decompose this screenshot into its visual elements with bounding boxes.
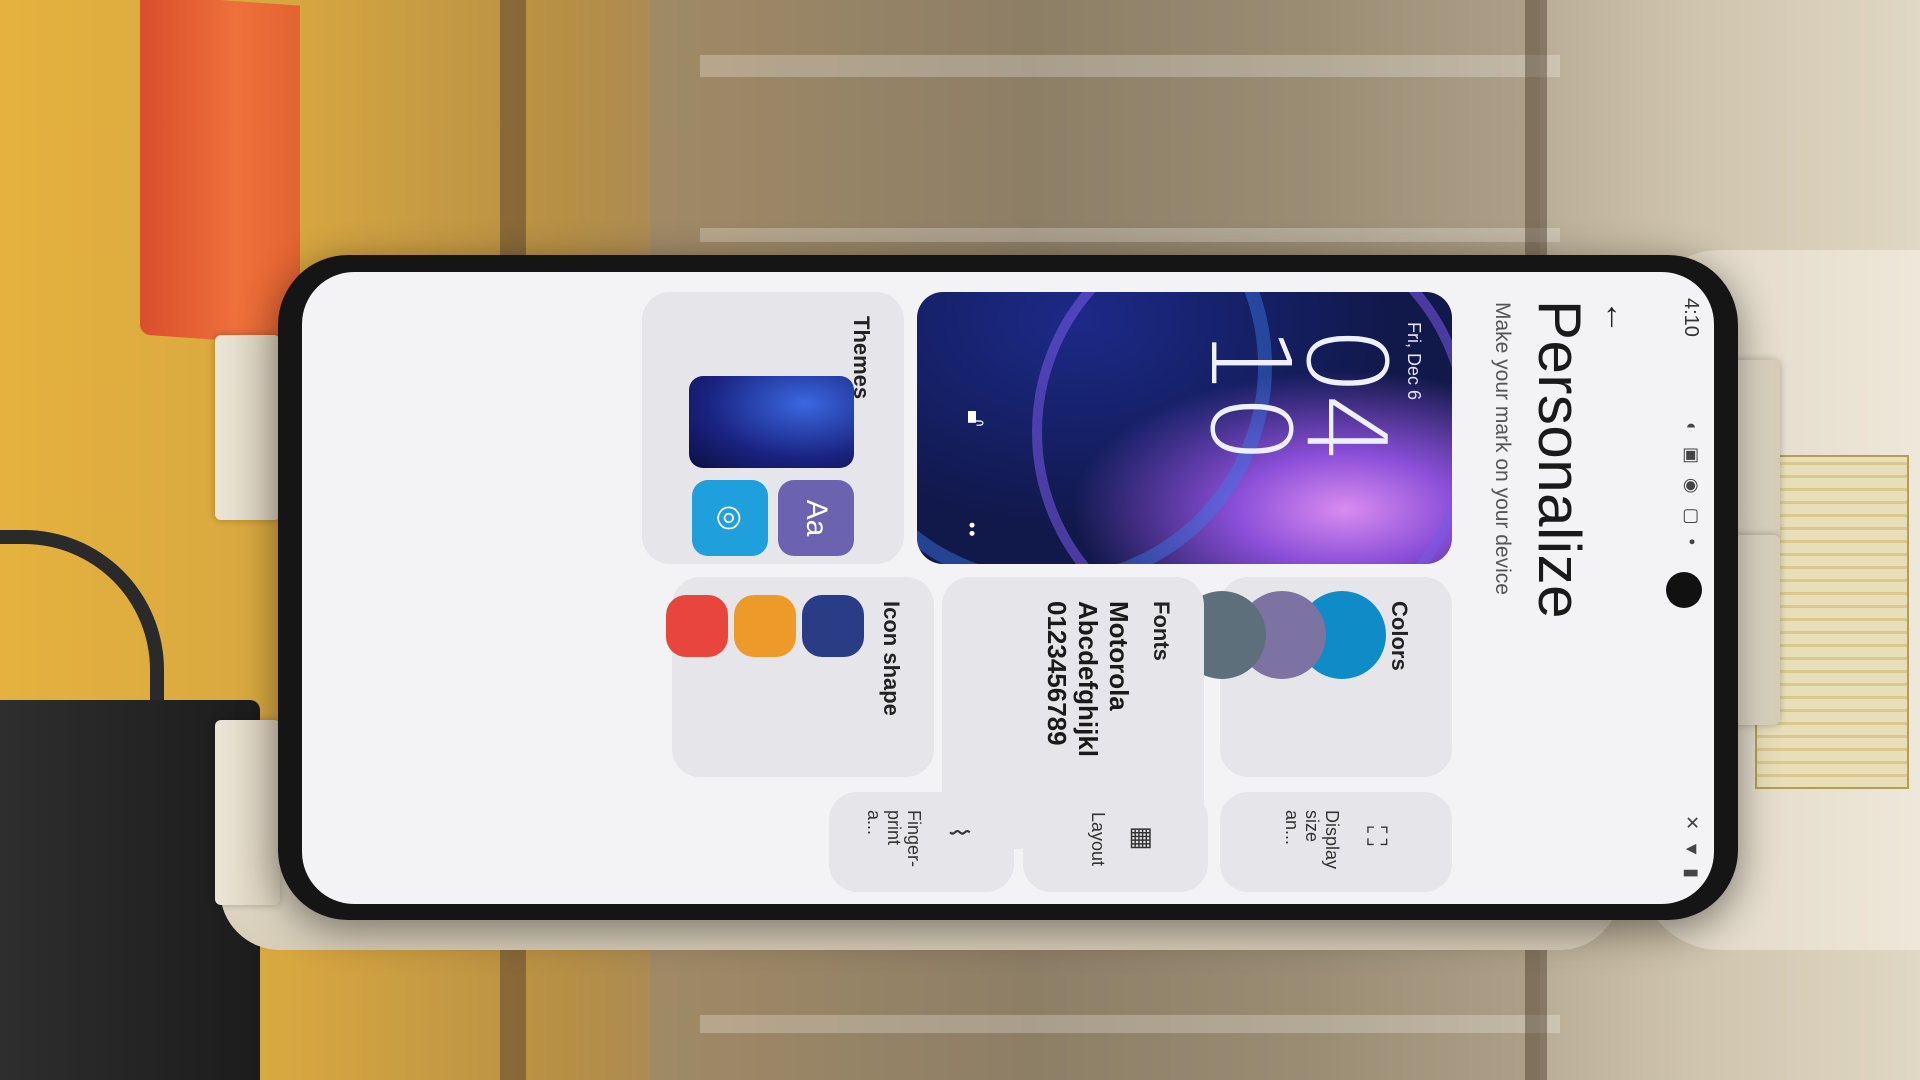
icon-shape-tile[interactable]: Icon shape [666,577,934,777]
fingerprint-icon: ⌇ [944,826,974,839]
icon-shape-label: Icon shape [879,601,904,716]
fingerprint-tile[interactable]: ⌇ Finger-print a... [829,792,1014,892]
font-sample-line: 0123456789 [1042,601,1072,746]
theme-font-thumb: Aa [778,480,854,556]
shelf [700,228,1560,242]
display-size-label: Display size an... [1282,810,1342,870]
game-app-icon [734,595,796,657]
status-icons: ◐ ▣ ◉ ▢ • [1681,422,1702,545]
font-sample-block: Motorola Abcdefghijkl 0123456789 [1041,601,1134,757]
shelf [700,55,1560,77]
status-location-icon: ◉ [1682,477,1702,494]
status-image-icon: ▣ [1682,446,1702,464]
screen-content: 4:10 ◐ ▣ ◉ ▢ • ✕ ▼ ▮ ← Personalize Make … [302,272,1714,904]
status-time: 4:10 [1680,298,1702,337]
layout-grid-icon: ▦ [1128,826,1158,851]
orange-sign [140,0,300,346]
layout-tile[interactable]: ▦ Layout [1023,792,1208,892]
status-circle-icon: ◐ [1682,422,1702,433]
phone-clamp [215,720,280,905]
phone-clamp [215,335,280,520]
lock-icon: 🔓︎ [962,410,992,427]
layout-label: Layout [1088,812,1108,867]
status-right-icons: ✕ ▼ ▮ [1681,815,1702,878]
lock-clock: 04 10 [1186,326,1410,462]
font-sample-line: Motorola [1104,601,1134,711]
arrow-left-icon[interactable]: ← [1597,300,1636,334]
wifi-icon: ▼ [1682,840,1702,859]
colors-tile[interactable]: Colors [1178,577,1452,777]
page-title: Personalize [1526,300,1593,620]
lock-screen-preview[interactable]: Fri, Dec 6 04 10 🔓︎ •• [917,292,1452,564]
colors-label: Colors [1387,601,1412,671]
theme-wallpaper-thumb [689,376,854,468]
fingerprint-label: Finger-print a... [864,810,924,868]
camera-hole [1666,572,1702,608]
display-size-tile[interactable]: ⛶ Display size an... [1220,792,1452,892]
mute-icon: ✕ [1682,815,1702,831]
audio-app-icon [666,595,728,657]
page-subtitle: Make your mark on your device [1491,302,1514,595]
shelf [700,1015,1560,1033]
themes-tile[interactable]: Themes ◎ Aa [642,292,904,564]
font-sample-line: Abcdefghijkl [1073,601,1103,758]
status-device-icon: ▢ [1682,507,1702,525]
lock-minute: 10 [1186,326,1314,462]
display-size-icon: ⛶ [1361,826,1392,846]
fonts-label: Fonts [1149,601,1174,661]
phone-screen: 4:10 ◐ ▣ ◉ ▢ • ✕ ▼ ▮ ← Personalize Make … [302,272,1714,904]
camera-app-icon [802,595,864,657]
theme-app-icon: ◎ [692,480,768,556]
battery-icon: ▮ [1682,868,1702,878]
status-dot-icon: • [1682,538,1702,545]
page-dots: •• [962,522,982,539]
